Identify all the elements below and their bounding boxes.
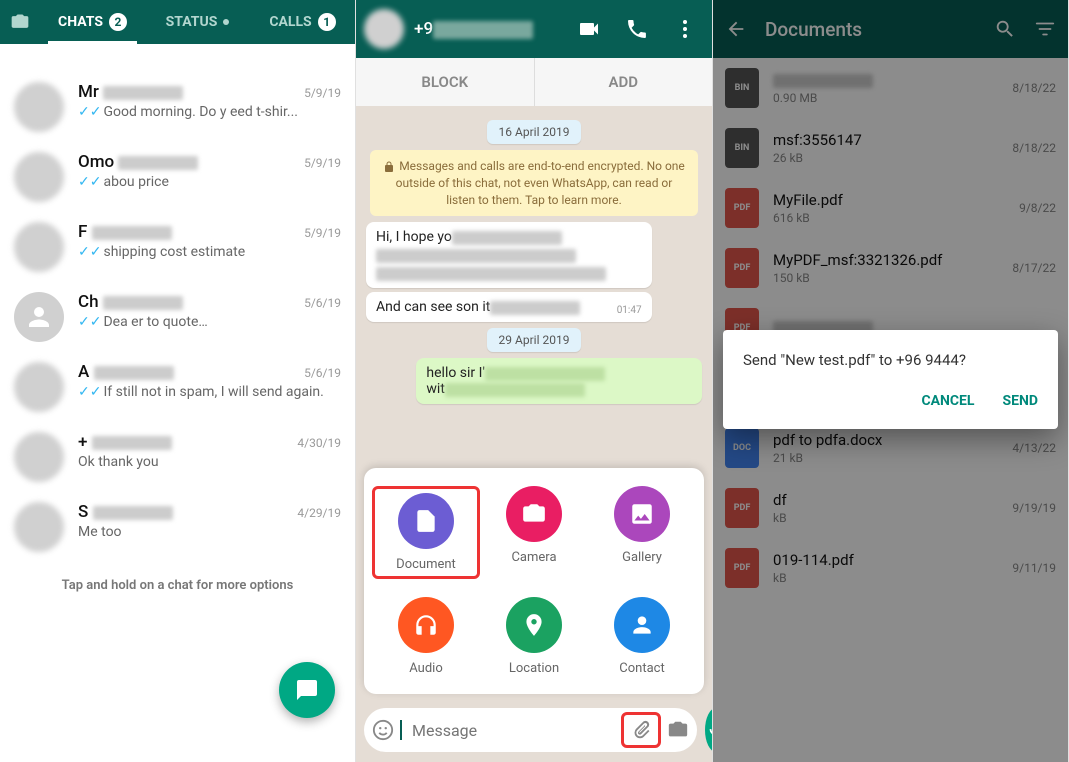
chats-badge: 2 [109,13,127,31]
chat-date: 5/9/19 [304,226,341,240]
attach-contact[interactable]: Contact [588,597,696,676]
chat-name: A [78,362,174,382]
chat-name: + [78,432,172,452]
chat-avatar[interactable] [14,152,64,202]
chat-avatar[interactable] [14,432,64,482]
attach-document[interactable]: Document [372,486,480,579]
video-icon [577,17,601,41]
chat-name: S [78,502,173,522]
send-button[interactable]: SEND [1003,393,1038,409]
tab-calls[interactable]: CALLS 1 [250,0,355,44]
voice-call-button[interactable] [618,17,656,41]
message-input[interactable] [412,721,615,740]
more-button[interactable] [666,17,704,41]
contact-name[interactable]: +9 [414,19,560,39]
message-input-container[interactable] [364,708,697,752]
chat-date: 5/9/19 [304,86,341,100]
headphones-icon [413,612,439,638]
tap-hold-hint: Tap and hold on a chat for more options [0,562,355,609]
lock-icon [383,161,395,173]
chat-avatar[interactable] [14,82,64,132]
documents-panel: Documents BIN0.90 MB8/18/22BINmsf:355614… [713,0,1069,762]
chat-row[interactable]: Mr 5/9/19 ✓✓Good morning. Do y eed t-shir… [0,72,355,142]
block-add-bar: BLOCK ADD [356,58,712,106]
chat-name: Omo [78,152,198,172]
cancel-button[interactable]: CANCEL [921,393,974,409]
encryption-notice[interactable]: Messages and calls are end-to-end encryp… [370,150,698,216]
chat-date: 5/9/19 [304,156,341,170]
attachment-sheet: Document Camera Gallery Audio Location C… [364,468,704,694]
mic-button[interactable] [705,708,713,752]
chat-date: 5/6/19 [304,366,341,380]
chat-preview: ✓✓Good morning. Do y eed t-shir... [78,104,341,120]
add-button[interactable]: ADD [535,58,713,106]
chat-date: 5/6/19 [304,296,341,310]
chat-row[interactable]: S 4/29/19 Me too [0,492,355,562]
message-icon [295,678,319,702]
chat-name: F [78,222,172,242]
chat-header: +9 [356,0,712,58]
tab-camera[interactable] [0,0,40,44]
new-chat-fab[interactable] [279,662,335,718]
image-icon [629,501,655,527]
video-call-button[interactable] [570,17,608,41]
attach-audio[interactable]: Audio [372,597,480,676]
messages-area[interactable]: 16 April 2019 Messages and calls are end… [356,106,712,460]
emoji-icon[interactable] [372,719,394,741]
text-cursor [400,720,402,740]
chat-preview: ✓✓abou price [78,174,341,190]
chat-preview: Me too [78,524,341,540]
chats-panel: CHATS 2 STATUS CALLS 1 Mr 5/9/19 ✓✓Good m… [0,0,356,762]
tab-bar: CHATS 2 STATUS CALLS 1 [0,0,355,44]
message-time: 01:47 [617,305,642,316]
chat-row[interactable]: Omo 5/9/19 ✓✓abou price [0,142,355,212]
chat-row[interactable]: Ch 5/6/19 ✓✓Dea er to quote… [0,282,355,352]
chat-row[interactable]: A 5/6/19 ✓✓If still not in spam, I will s… [0,352,355,422]
message-out[interactable]: hello sir I' wit [416,358,702,404]
more-vert-icon [673,17,697,41]
chat-preview: ✓✓Dea er to quote… [78,314,341,330]
attach-location[interactable]: Location [480,597,588,676]
location-icon [521,612,547,638]
paperclip-icon[interactable] [630,719,652,741]
tab-chats[interactable]: CHATS 2 [40,0,145,44]
attach-gallery[interactable]: Gallery [588,486,696,579]
attach-button-highlight [621,712,661,748]
calls-badge: 1 [318,13,336,31]
input-bar [356,702,712,762]
date-pill: 29 April 2019 [487,328,582,352]
chat-preview: Ok thank you [78,454,341,470]
chat-row[interactable]: + 4/30/19 Ok thank you [0,422,355,492]
tab-status[interactable]: STATUS [145,0,250,44]
chat-name: Mr [78,82,183,102]
date-pill: 16 April 2019 [487,120,582,144]
chat-avatar[interactable] [14,222,64,272]
person-icon [629,612,655,638]
camera-input-icon[interactable] [667,719,689,741]
chats-list: Mr 5/9/19 ✓✓Good morning. Do y eed t-shir… [0,72,355,562]
chat-date: 4/30/19 [297,436,341,450]
message-in[interactable]: Hi, I hope yo [366,222,652,288]
phone-icon [625,17,649,41]
chat-avatar[interactable] [14,292,64,342]
attach-camera[interactable]: Camera [480,486,588,579]
block-button[interactable]: BLOCK [356,58,535,106]
file-icon [413,508,439,534]
status-dot-icon [223,19,229,25]
chat-date: 4/29/19 [297,506,341,520]
chat-avatar[interactable] [14,502,64,552]
chat-avatar[interactable] [14,362,64,412]
chat-view-panel: +9 BLOCK ADD 16 April 2019 Messages and … [356,0,713,762]
contact-avatar[interactable] [364,9,404,49]
chat-name: Ch [78,292,183,312]
chat-preview: ✓✓shipping cost estimate [78,244,341,260]
chat-row[interactable]: F 5/9/19 ✓✓shipping cost estimate [0,212,355,282]
dialog-title: Send "New test.pdf" to +96 9444? [743,350,1038,371]
chat-preview: ✓✓If still not in spam, I will send agai… [78,384,341,400]
message-in[interactable]: And can see son it 01:47 [366,292,652,322]
mic-icon [705,719,713,741]
camera-icon [521,501,547,527]
camera-icon [10,12,30,32]
send-dialog: Send "New test.pdf" to +96 9444? CANCEL … [723,330,1058,429]
